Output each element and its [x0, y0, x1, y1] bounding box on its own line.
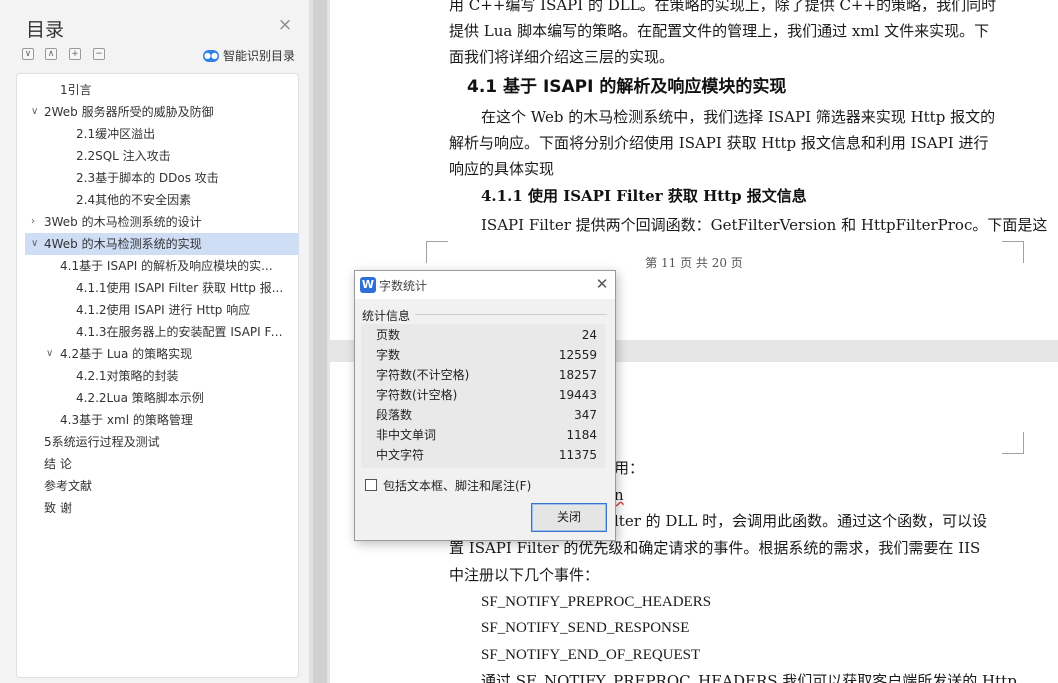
- chevron-down-icon[interactable]: ∨: [46, 343, 56, 365]
- body-text-line: 中注册以下几个事件：: [449, 566, 600, 584]
- toc-item[interactable]: ∨ 4.2基于 Lua 的策略实现: [17, 343, 298, 365]
- group-divider: [415, 314, 607, 315]
- dialog-titlebar[interactable]: W 字数统计 ✕: [355, 271, 615, 299]
- collapse-all-button[interactable]: ∨: [22, 48, 34, 60]
- include-textbox-label[interactable]: 包括文本框、脚注和尾注(F): [383, 477, 531, 494]
- chevron-down-icon[interactable]: ∨: [31, 233, 41, 255]
- toc-item[interactable]: 结 论: [17, 453, 298, 475]
- toc-item-label: 1引言: [60, 83, 92, 97]
- toc-item-label: 3Web 的木马检测系统的设计: [44, 215, 202, 229]
- toc-item[interactable]: 4.2.2Lua 策略脚本示例: [17, 387, 298, 409]
- toc-item[interactable]: 4.1.2使用 ISAPI 进行 Http 响应: [17, 299, 298, 321]
- toc-item[interactable]: 参考文献: [17, 475, 298, 497]
- toc-item-label: 4.1基于 ISAPI 的解析及响应模块的实...: [60, 259, 273, 273]
- toc-item[interactable]: 2.2SQL 注入攻击: [17, 145, 298, 167]
- smart-toc-icon: ●●: [203, 49, 219, 62]
- stat-value: 11375: [558, 448, 597, 462]
- add-item-button[interactable]: +: [69, 48, 81, 60]
- smart-toc-button[interactable]: ●● 智能识别目录: [203, 47, 295, 64]
- include-textbox-checkbox[interactable]: [365, 479, 377, 491]
- dialog-title: 字数统计: [379, 279, 428, 293]
- body-text-line: 解析与响应。下面将分别介绍使用 ISAPI 获取 Http 报文信息和利用 IS…: [449, 134, 989, 152]
- body-text-line: 响应的具体实现: [449, 160, 555, 178]
- stat-label: 页数: [376, 328, 401, 342]
- toc-item[interactable]: 2.1缓冲区溢出: [17, 123, 298, 145]
- stat-label: 字符数(不计空格): [376, 368, 470, 382]
- stat-value: 18257: [558, 368, 597, 382]
- scrollbar-thumb[interactable]: [313, 0, 327, 683]
- stat-label: 非中文单词: [376, 428, 437, 442]
- toc-item-label: 4.3基于 xml 的策略管理: [60, 413, 193, 427]
- wps-writer-icon: W: [360, 277, 376, 293]
- stat-value: 1184: [566, 428, 597, 442]
- stats-group-label: 统计信息: [362, 309, 411, 323]
- toc-item-label: 致 谢: [44, 501, 72, 515]
- toc-item[interactable]: 2.3基于脚本的 DDos 攻击: [17, 167, 298, 189]
- toc-item-label: 4.1.1使用 ISAPI Filter 获取 Http 报...: [76, 281, 284, 295]
- toc-item[interactable]: 2.4其他的不安全因素: [17, 189, 298, 211]
- toc-item-label: 4.2.2Lua 策略脚本示例: [76, 391, 204, 405]
- close-button[interactable]: 关闭: [531, 503, 607, 532]
- stat-value: 24: [581, 328, 597, 342]
- smart-toc-label: 智能识别目录: [223, 49, 296, 63]
- toc-item[interactable]: 1引言: [17, 79, 298, 101]
- expand-level-button[interactable]: ∧: [45, 48, 57, 60]
- body-text-line: lter 的 DLL 时，会调用此函数。通过这个函数，可以设: [614, 512, 988, 530]
- chevron-down-icon[interactable]: ∨: [31, 101, 41, 123]
- body-text-line: ISAPI Filter 提供两个回调函数：GetFilterVersion 和…: [481, 216, 1048, 234]
- stat-label: 字数: [376, 348, 401, 362]
- heading-4-1-1: 4.1.1 使用 ISAPI Filter 获取 Http 报文信息: [481, 187, 807, 205]
- stat-label: 字符数(计空格): [376, 388, 458, 402]
- body-text-line: 用 C++编写 ISAPI 的 DLL。在策略的实现上，除了提供 C++的策略，…: [449, 0, 997, 14]
- remove-item-button[interactable]: −: [93, 48, 105, 60]
- toc-item[interactable]: 4.2.1对策略的封装: [17, 365, 298, 387]
- word-count-dialog: W 字数统计 ✕ 统计信息 页数 24 字数 12559 字符数(不计空格) 18257 字…: [354, 270, 616, 541]
- nav-close-icon[interactable]: ×: [276, 16, 294, 34]
- toc-item-label: 4.2基于 Lua 的策略实现: [60, 347, 193, 361]
- toc-item[interactable]: 4.3基于 xml 的策略管理: [17, 409, 298, 431]
- toc-item-label: 参考文献: [44, 479, 93, 493]
- toc-item-label: 2.4其他的不安全因素: [76, 193, 192, 207]
- toc-item-label: 2.3基于脚本的 DDos 攻击: [76, 171, 219, 185]
- dialog-close-icon[interactable]: ✕: [593, 275, 611, 293]
- body-text-line: 用：: [614, 459, 645, 477]
- toc-item-label: 结 论: [44, 457, 72, 471]
- page-corner-mark: [1002, 432, 1024, 454]
- toc-item-label: 4.1.2使用 ISAPI 进行 Http 响应: [76, 303, 251, 317]
- body-text-line: 面我们将详细介绍这三层的实现。: [449, 48, 675, 66]
- chevron-right-icon[interactable]: ›: [31, 211, 41, 233]
- toc-item[interactable]: ∨ 4Web 的木马检测系统的实现: [25, 233, 299, 255]
- toc-item[interactable]: 4.1.1使用 ISAPI Filter 获取 Http 报...: [17, 277, 298, 299]
- toc-item[interactable]: 4.1.3在服务器上的安装配置 ISAPI Fi...: [17, 321, 298, 343]
- toc-item-label: 4.2.1对策略的封装: [76, 369, 179, 383]
- page-footer: 第 11 页 共 20 页: [645, 256, 743, 270]
- toc-list: 1引言 ∨ 2Web 服务器所受的威胁及防御 2.1缓冲区溢出 2.2SQL 注入攻击 2…: [16, 73, 299, 678]
- heading-4-1: 4.1 基于 ISAPI 的解析及响应模块的实现: [467, 77, 787, 97]
- stat-value: 12559: [558, 348, 597, 362]
- toc-item-label: 2.2SQL 注入攻击: [76, 149, 171, 163]
- stat-value: 347: [574, 408, 597, 422]
- body-text-line: 提供 Lua 脚本编写的策略。在配置文件的管理上，我们通过 xml 文件来实现。…: [449, 22, 990, 40]
- toc-item-label: 5系统运行过程及测试: [44, 435, 160, 449]
- toc-item-label: 2.1缓冲区溢出: [76, 127, 156, 141]
- navigation-pane: 目录 × ∨ ∧ + − ●● 智能识别目录 1引言 ∨ 2Web 服务器所受的威胁…: [0, 0, 310, 683]
- toc-item-label: 2Web 服务器所受的威胁及防御: [44, 105, 214, 119]
- stat-label: 段落数: [376, 408, 413, 422]
- code-line: SF_NOTIFY_SEND_RESPONSE: [481, 620, 690, 636]
- toc-item[interactable]: 致 谢: [17, 497, 298, 519]
- toc-item[interactable]: ∨ 2Web 服务器所受的威胁及防御: [17, 101, 298, 123]
- toc-item[interactable]: › 3Web 的木马检测系统的设计: [17, 211, 298, 233]
- stats-table: 页数 24 字数 12559 字符数(不计空格) 18257 字符数(计空格) 19443 段落…: [361, 324, 605, 468]
- code-line: SF_NOTIFY_END_OF_REQUEST: [481, 647, 701, 663]
- body-text-line: 在这个 Web 的木马检测系统中，我们选择 ISAPI 筛选器来实现 Http …: [481, 108, 996, 126]
- stat-label: 中文字符: [376, 448, 425, 462]
- toc-item[interactable]: 5系统运行过程及测试: [17, 431, 298, 453]
- nav-title: 目录: [26, 19, 65, 41]
- body-text-line: 通过 SF_NOTIFY_PREPROC_HEADERS 我们可以获取客户端所发…: [481, 672, 1017, 683]
- code-line: SF_NOTIFY_PREPROC_HEADERS: [481, 594, 712, 610]
- toc-item-label: 4Web 的木马检测系统的实现: [44, 237, 202, 251]
- stat-value: 19443: [558, 388, 597, 402]
- toc-item[interactable]: 4.1基于 ISAPI 的解析及响应模块的实...: [17, 255, 298, 277]
- toc-item-label: 4.1.3在服务器上的安装配置 ISAPI Fi...: [76, 325, 284, 339]
